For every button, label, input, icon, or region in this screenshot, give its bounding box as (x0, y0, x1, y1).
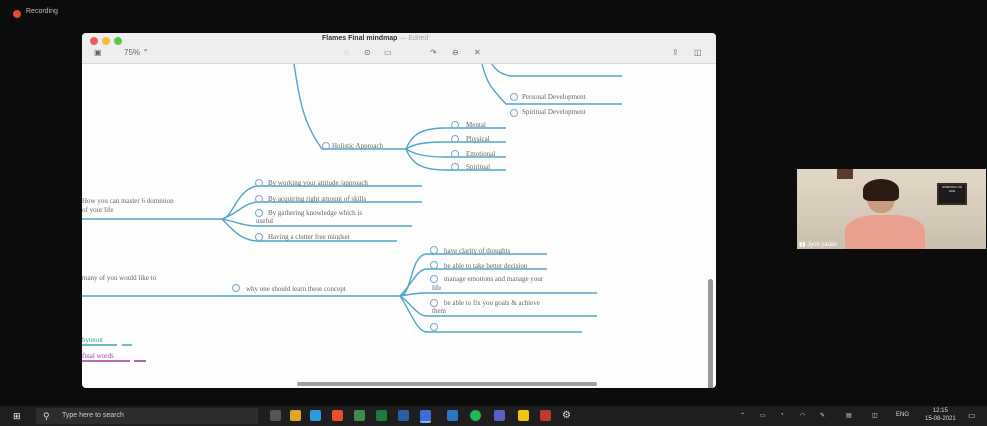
node-attitude[interactable]: By working your attitude /approach (268, 179, 368, 187)
sidebar-toggle-icon[interactable]: ▣ (94, 48, 102, 57)
share-icon[interactable]: ⇪ (672, 48, 679, 57)
battery-icon[interactable]: ▭ (760, 412, 766, 419)
node-bullet (510, 109, 518, 117)
vertical-scrollbar[interactable] (708, 279, 713, 388)
node-master-line1[interactable]: How you can master 6 dominion (82, 197, 174, 205)
record-icon (13, 10, 21, 18)
mindmap-canvas[interactable]: Personal Development Spiritual Developme… (82, 64, 716, 388)
spotify-icon[interactable] (470, 410, 481, 421)
node-knowledge[interactable]: By gathering knowledge which is (268, 209, 362, 217)
link-icon[interactable]: ⊖ (452, 48, 459, 57)
taskbar: ⊞ ⚲ Type here to search ⚙ ⌃ ▭ ◔ ◠ ✎ ▤ ◫ … (0, 406, 987, 426)
node-fix-goals-line2[interactable]: them (432, 307, 446, 315)
recording-label: Recording (26, 8, 58, 15)
network-icon[interactable]: ◔ (780, 412, 784, 418)
node-hyteout[interactable]: hyteout (82, 336, 103, 344)
node-spiritual[interactable]: Spiritual (466, 163, 490, 171)
node-skills[interactable]: By acquiring right amount of skills (268, 195, 366, 203)
node-mental[interactable]: Mental (466, 121, 486, 129)
outlook-icon[interactable] (420, 410, 431, 423)
zoom-window-button[interactable] (114, 37, 122, 45)
volume-icon[interactable]: ◫ (872, 412, 878, 419)
node-emotional[interactable]: Emotional (466, 150, 495, 158)
redo-icon[interactable]: ↷ (430, 48, 437, 57)
teams-icon[interactable] (494, 410, 505, 421)
node-bullet (430, 299, 438, 307)
app-icon[interactable] (354, 410, 365, 421)
node-master-line2[interactable]: of your life (82, 206, 114, 214)
node-bullet (430, 275, 438, 283)
settings-icon[interactable]: ⚙ (562, 410, 573, 421)
node-many-of-you[interactable]: many of you would like to (82, 274, 156, 282)
taskbar-search-input[interactable]: ⚲ Type here to search (36, 408, 258, 424)
webcam-tile: WORKING ON LIFE ▮▮ Jyoti yadav (797, 169, 986, 249)
node-decision[interactable]: be able to take better decision (444, 262, 527, 270)
file-explorer-icon[interactable] (290, 410, 301, 421)
node-bullet (255, 195, 263, 203)
minimize-window-button[interactable] (102, 37, 110, 45)
node-bullet (322, 142, 330, 150)
mindmap-branches (82, 64, 622, 362)
person-hair (863, 179, 899, 201)
node-final-words[interactable]: final words (82, 352, 114, 360)
image-icon[interactable]: ▭ (384, 48, 392, 57)
keyboard-icon[interactable]: ▤ (846, 412, 852, 419)
wall-poster: WORKING ON LIFE (937, 183, 967, 205)
node-bullet (451, 150, 459, 158)
node-clarity[interactable]: have clarity of thoughts (444, 247, 510, 255)
recording-bar: Recording (0, 0, 987, 26)
excel-icon[interactable] (376, 410, 387, 421)
task-view-icon[interactable] (270, 410, 281, 421)
node-personal-development[interactable]: Personal Development (522, 93, 586, 101)
wall-frame (837, 169, 853, 179)
node-bullet (510, 93, 518, 101)
edge-icon[interactable] (310, 410, 321, 421)
wifi-icon[interactable]: ◠ (800, 412, 805, 419)
node-bullet (255, 179, 263, 187)
titlebar: Flames Final mindmap — Edited ▣ 75% ⌃ ◌ … (82, 33, 716, 64)
node-bullet (232, 284, 240, 292)
node-bullet (451, 135, 459, 143)
chrome-icon[interactable] (332, 410, 343, 421)
mindmap-window: Flames Final mindmap — Edited ▣ 75% ⌃ ◌ … (82, 33, 716, 388)
window-title: Flames Final mindmap — Edited (322, 35, 429, 42)
close-icon[interactable]: ✕ (474, 48, 481, 57)
horizontal-scrollbar[interactable] (297, 382, 597, 386)
node-fix-goals[interactable]: be able to fix you goals & achieve (444, 299, 540, 307)
node-bullet (430, 261, 438, 269)
node-bullet (451, 121, 459, 129)
undo-icon[interactable]: ◌ (344, 48, 349, 57)
zoom-select[interactable]: 75% ⌃ (124, 48, 149, 57)
node-spiritual-development[interactable]: Spiritual Development (522, 108, 586, 116)
node-holistic-approach[interactable]: Holistic Approach (332, 142, 383, 150)
node-physical[interactable]: Physical (466, 135, 490, 143)
node-manage-emotions[interactable]: manage emotions and manage your (444, 275, 543, 283)
focus-icon[interactable]: ⊙ (364, 48, 371, 57)
language-indicator[interactable]: ENG (896, 412, 909, 418)
inspector-icon[interactable]: ◫ (694, 48, 702, 57)
node-manage-emotions-line2[interactable]: life (432, 284, 441, 292)
participant-name: ▮▮ Jyoti yadav (799, 242, 838, 248)
node-bullet (430, 246, 438, 254)
pen-icon[interactable]: ✎ (820, 412, 825, 419)
word-icon[interactable] (398, 410, 409, 421)
app-grid-icon[interactable] (540, 410, 551, 421)
node-bullet (255, 233, 263, 241)
node-bullet (255, 209, 263, 217)
node-why-learn[interactable]: why one should learn these concept (246, 285, 346, 293)
sticky-notes-icon[interactable] (518, 410, 529, 421)
search-icon: ⚲ (43, 411, 50, 421)
windows-start-icon[interactable]: ⊞ (13, 411, 23, 421)
chevron-up-icon[interactable]: ⌃ (740, 412, 745, 419)
zoom-app-icon[interactable] (447, 410, 458, 421)
close-window-button[interactable] (90, 37, 98, 45)
node-knowledge-line2[interactable]: useful (256, 217, 273, 225)
node-bullet (451, 163, 459, 171)
person-shirt (845, 215, 925, 249)
notification-icon[interactable]: ▭ (968, 411, 976, 420)
node-empty-bullet[interactable] (430, 323, 438, 331)
node-clutter-free[interactable]: Having a clutter free mindset (268, 233, 350, 241)
clock[interactable]: 12:15 15-08-2021 (925, 407, 956, 423)
